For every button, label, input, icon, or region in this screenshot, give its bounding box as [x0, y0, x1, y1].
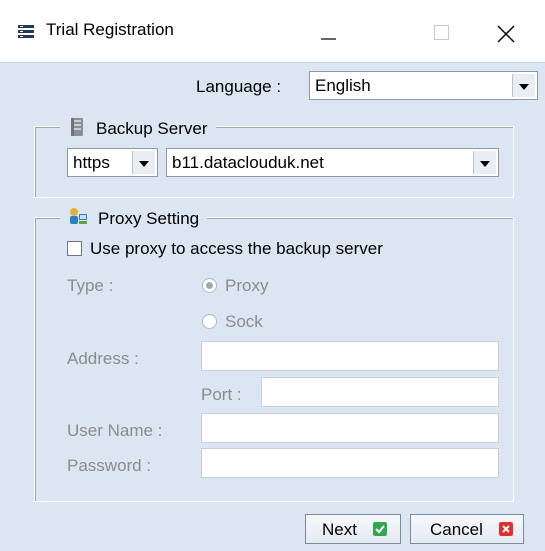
trial-registration-window: Trial Registration Language : English Ba… [0, 0, 545, 551]
server-icon [71, 118, 83, 136]
check-icon [373, 522, 387, 536]
server-host-select[interactable]: b11.dataclouduk.net [166, 148, 499, 177]
server-rack-icon [18, 25, 34, 38]
server-host-value: b11.dataclouduk.net [172, 153, 324, 172]
type-proxy-radio[interactable] [202, 278, 217, 293]
chevron-down-icon[interactable] [473, 151, 496, 174]
chevron-down-icon[interactable] [512, 74, 535, 97]
type-sock-radio[interactable] [202, 314, 217, 329]
proxy-setting-legend: Proxy Setting [60, 207, 208, 229]
address-label: Address : [67, 349, 139, 368]
language-value: English [315, 76, 371, 95]
close-button[interactable] [476, 8, 536, 54]
next-button[interactable]: Next [305, 514, 401, 544]
protocol-value: https [73, 153, 110, 172]
language-label: Language : [196, 77, 282, 96]
next-button-label: Next [322, 520, 357, 539]
port-input[interactable] [261, 377, 499, 407]
use-proxy-label[interactable]: Use proxy to access the backup server [90, 239, 383, 259]
password-label: Password : [67, 456, 152, 475]
username-label: User Name : [67, 421, 163, 440]
port-label: Port : [201, 385, 242, 404]
close-red-icon [499, 522, 513, 536]
maximize-button [415, 8, 475, 54]
title-bar[interactable]: Trial Registration [0, 0, 545, 62]
network-user-icon [70, 208, 87, 224]
type-label: Type : [67, 276, 114, 295]
backup-server-legend: Backup Server [60, 117, 216, 139]
window-title: Trial Registration [46, 20, 174, 39]
type-proxy-label[interactable]: Proxy [225, 276, 268, 296]
cancel-button-label: Cancel [430, 520, 483, 539]
language-select[interactable]: English [309, 71, 538, 100]
maximize-icon [434, 25, 449, 40]
protocol-select[interactable]: https [67, 148, 158, 177]
chevron-down-icon[interactable] [132, 151, 155, 174]
address-input[interactable] [201, 341, 499, 371]
close-icon [497, 25, 515, 43]
type-sock-label[interactable]: Sock [225, 312, 263, 332]
use-proxy-checkbox[interactable] [67, 241, 82, 256]
minimize-icon [321, 38, 336, 40]
username-input[interactable] [201, 413, 499, 443]
cancel-button[interactable]: Cancel [410, 514, 524, 544]
proxy-setting-legend-text: Proxy Setting [98, 209, 200, 228]
backup-server-legend-text: Backup Server [96, 119, 208, 138]
password-input[interactable] [201, 448, 499, 478]
dialog-body: Language : English Backup Server https b… [0, 62, 545, 551]
minimize-button[interactable] [298, 8, 358, 54]
